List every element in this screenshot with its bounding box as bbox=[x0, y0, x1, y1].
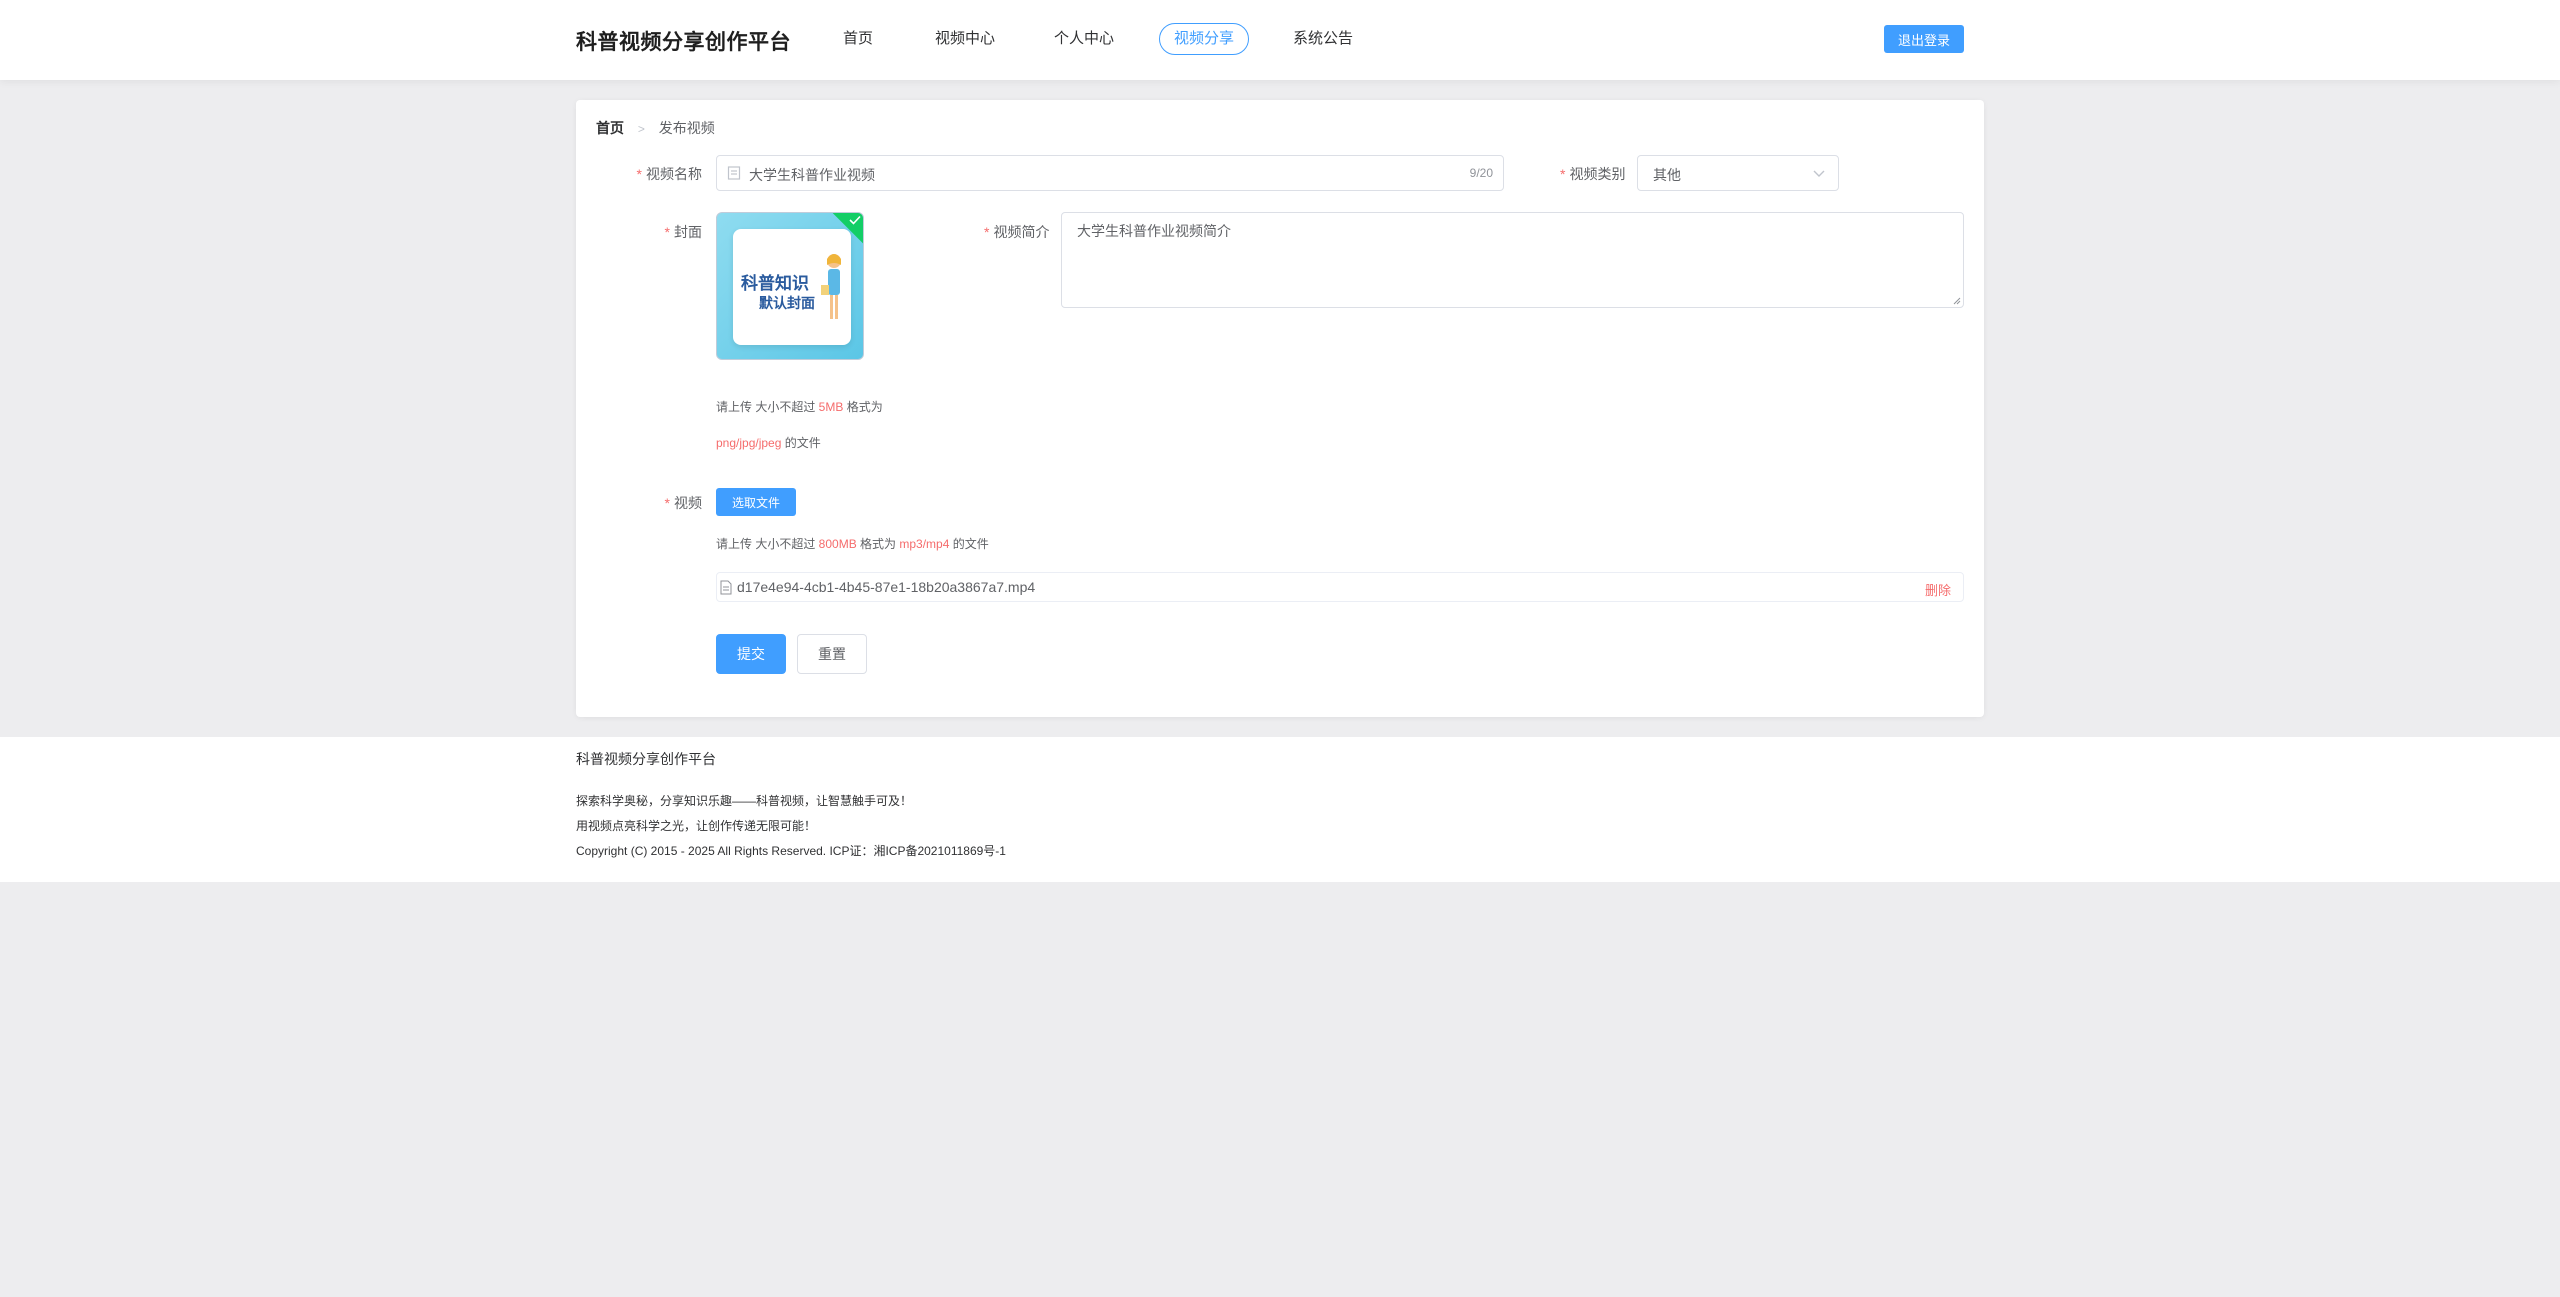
cover-label: * 封面 bbox=[665, 222, 702, 242]
reset-button[interactable]: 重置 bbox=[797, 634, 867, 674]
main-nav: 首页 视频中心 个人中心 视频分享 系统公告 bbox=[0, 23, 2560, 55]
publish-video-card: 首页 > 发布视频 * 视频名称 大学生科普作业视频 9/20 * 视频类别 其他 … bbox=[576, 100, 1984, 717]
footer-slogan-2: 用视频点亮科学之光，让创作传递无限可能！ bbox=[576, 819, 817, 833]
intro-textarea[interactable]: 大学生科普作业视频简介 bbox=[1061, 212, 1964, 308]
cover-hint-text: 格式为 bbox=[843, 400, 883, 414]
title-label-text: 视频名称 bbox=[646, 166, 702, 182]
video-label: * 视频 bbox=[665, 493, 702, 513]
delete-file-button[interactable]: 删除 bbox=[1925, 580, 1951, 599]
required-mark: * bbox=[984, 224, 990, 240]
required-mark: * bbox=[636, 166, 642, 182]
top-header: 科普视频分享创作平台 首页 视频中心 个人中心 视频分享 系统公告 退出登录 bbox=[0, 0, 2560, 80]
required-mark: * bbox=[664, 224, 670, 240]
nav-item-announcements[interactable]: 系统公告 bbox=[1279, 23, 1367, 55]
intro-label-text: 视频简介 bbox=[993, 224, 1050, 240]
category-label: * 视频类别 bbox=[1560, 164, 1625, 184]
video-hint: 请上传 大小不超过 800MB 格式为 mp3/mp4 的文件 bbox=[716, 535, 989, 552]
nav-item-video-share[interactable]: 视频分享 bbox=[1159, 23, 1250, 55]
footer-slogan-1: 探索科学奥秘，分享知识乐趣——科普视频，让智慧触手可及！ bbox=[576, 794, 913, 808]
cover-image-title: 科普知识 bbox=[741, 274, 809, 293]
cover-hint-text: 请上传 大小不超过 bbox=[716, 400, 819, 414]
breadcrumb-home[interactable]: 首页 bbox=[596, 120, 624, 136]
intro-textarea-value: 大学生科普作业视频简介 bbox=[1077, 223, 1231, 239]
breadcrumb: 首页 > 发布视频 bbox=[596, 118, 715, 138]
page-footer: 科普视频分享创作平台 探索科学奥秘，分享知识乐趣——科普视频，让智慧触手可及！ … bbox=[0, 737, 2560, 882]
nav-item-personal-center[interactable]: 个人中心 bbox=[1040, 23, 1128, 55]
chevron-right-icon: > bbox=[637, 122, 645, 136]
footer-copyright: Copyright (C) 2015 - 2025 All Rights Res… bbox=[576, 844, 1006, 858]
cover-image-subtitle: 默认封面 bbox=[759, 295, 815, 311]
video-hint-text: 的文件 bbox=[949, 537, 989, 551]
title-input-value: 大学生科普作业视频 bbox=[749, 167, 875, 183]
file-icon bbox=[720, 580, 732, 595]
cover-label-text: 封面 bbox=[674, 224, 702, 240]
cover-image: 科普知识 默认封面 bbox=[733, 229, 851, 345]
cover-hint-text: 的文件 bbox=[781, 436, 821, 450]
check-icon bbox=[849, 215, 861, 225]
cover-uploader[interactable]: 科普知识 默认封面 bbox=[716, 212, 864, 360]
document-icon bbox=[727, 166, 741, 180]
intro-label: * 视频简介 bbox=[984, 222, 1049, 242]
video-hint-formats: mp3/mp4 bbox=[899, 537, 950, 551]
category-select-value: 其他 bbox=[1653, 167, 1681, 183]
title-label: * 视频名称 bbox=[637, 164, 702, 184]
title-input[interactable]: 大学生科普作业视频 9/20 bbox=[716, 155, 1504, 191]
breadcrumb-current: 发布视频 bbox=[658, 120, 715, 136]
person-illustration-icon bbox=[821, 254, 841, 319]
submit-button[interactable]: 提交 bbox=[716, 634, 786, 674]
video-hint-size: 800MB bbox=[818, 537, 857, 551]
cover-hint-size: 5MB bbox=[818, 400, 844, 414]
uploaded-file-name: d17e4e94-4cb1-4b45-87e1-18b20a3867a7.mp4 bbox=[737, 579, 1036, 595]
cover-hint-line-1: 请上传 大小不超过 5MB 格式为 bbox=[716, 398, 883, 415]
video-label-text: 视频 bbox=[674, 495, 702, 511]
cover-hint-formats: png/jpg/jpeg bbox=[716, 436, 782, 450]
footer-title: 科普视频分享创作平台 bbox=[576, 751, 716, 767]
nav-item-home[interactable]: 首页 bbox=[829, 23, 887, 55]
required-mark: * bbox=[1560, 166, 1566, 182]
video-hint-text: 请上传 大小不超过 bbox=[716, 537, 819, 551]
category-label-text: 视频类别 bbox=[1569, 166, 1626, 182]
uploaded-file-item[interactable]: d17e4e94-4cb1-4b45-87e1-18b20a3867a7.mp4… bbox=[716, 572, 1964, 602]
resize-grip-icon[interactable] bbox=[1953, 297, 1961, 305]
chevron-down-icon bbox=[1813, 170, 1825, 177]
title-char-count: 9/20 bbox=[1469, 166, 1493, 180]
nav-item-video-center[interactable]: 视频中心 bbox=[921, 23, 1009, 55]
required-mark: * bbox=[664, 495, 670, 511]
choose-file-button[interactable]: 选取文件 bbox=[716, 488, 796, 516]
video-hint-text: 格式为 bbox=[856, 537, 900, 551]
logout-button[interactable]: 退出登录 bbox=[1884, 25, 1964, 53]
category-select[interactable]: 其他 bbox=[1637, 155, 1839, 191]
cover-hint-line-2: png/jpg/jpeg 的文件 bbox=[716, 434, 821, 451]
